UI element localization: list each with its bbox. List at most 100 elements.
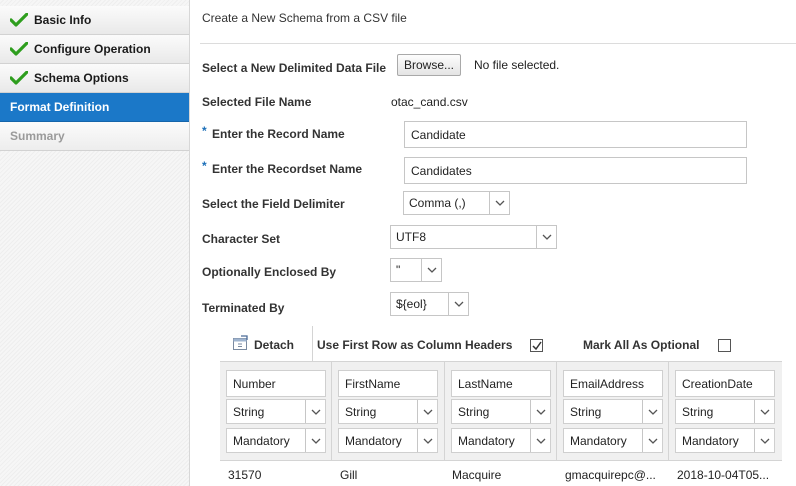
dropdown-button[interactable] bbox=[530, 429, 550, 452]
record-name-input[interactable]: Candidate bbox=[404, 121, 747, 148]
type-select[interactable]: String bbox=[563, 399, 663, 424]
detach-icon[interactable] bbox=[232, 335, 248, 351]
terminated-by-label: Terminated By bbox=[202, 301, 285, 315]
chevron-down-icon bbox=[427, 267, 436, 273]
train-stop-sidebar: Basic Info Configure Operation Schema Op… bbox=[0, 0, 190, 486]
table-cell: gmacquirepc@... bbox=[565, 468, 656, 482]
mode-value: Mandatory bbox=[570, 433, 627, 448]
step-summary: Summary bbox=[0, 122, 189, 151]
checkmark-icon bbox=[10, 13, 28, 27]
selected-file-value: otac_cand.csv bbox=[391, 95, 468, 109]
recordset-name-input[interactable]: Candidates bbox=[404, 157, 747, 184]
chevron-down-icon bbox=[648, 438, 657, 444]
field-delimiter-label: Select the Field Delimiter bbox=[202, 197, 345, 211]
checkmark-icon bbox=[10, 42, 28, 56]
checkmark-icon bbox=[532, 341, 542, 351]
mandatory-select[interactable]: Mandatory bbox=[451, 428, 551, 453]
mode-value: Mandatory bbox=[682, 433, 739, 448]
type-select[interactable]: String bbox=[451, 399, 551, 424]
dropdown-button[interactable] bbox=[754, 400, 774, 423]
type-select[interactable]: String bbox=[338, 399, 438, 424]
dropdown-button[interactable] bbox=[448, 293, 468, 315]
divider bbox=[200, 43, 796, 44]
step-label: Schema Options bbox=[34, 71, 129, 85]
chevron-down-icon bbox=[536, 438, 545, 444]
dropdown-button[interactable] bbox=[305, 400, 325, 423]
dropdown-button[interactable] bbox=[421, 259, 441, 281]
mandatory-select[interactable]: Mandatory bbox=[675, 428, 775, 453]
mark-optional-checkbox[interactable] bbox=[718, 339, 731, 352]
table-cell: Macquire bbox=[452, 468, 502, 482]
table-cell: 31570 bbox=[228, 468, 262, 482]
field-delimiter-value: Comma (,) bbox=[409, 196, 466, 210]
step-schema-options[interactable]: Schema Options bbox=[0, 64, 189, 93]
required-indicator: * bbox=[202, 124, 207, 138]
enclosed-by-label: Optionally Enclosed By bbox=[202, 265, 337, 279]
dropdown-button[interactable] bbox=[489, 192, 509, 214]
selected-file-label: Selected File Name bbox=[202, 95, 312, 109]
dropdown-button[interactable] bbox=[536, 226, 556, 248]
column-header-input[interactable]: EmailAddress bbox=[563, 370, 663, 397]
chevron-down-icon bbox=[311, 409, 320, 415]
dropdown-button[interactable] bbox=[642, 429, 662, 452]
character-set-value: UTF8 bbox=[396, 230, 426, 244]
table-cell: 2018-10-04T05... bbox=[677, 468, 770, 482]
record-name-label-text: Enter the Record Name bbox=[212, 127, 345, 141]
browse-button[interactable]: Browse... bbox=[397, 54, 461, 76]
chevron-down-icon bbox=[542, 234, 551, 240]
dropdown-button[interactable] bbox=[530, 400, 550, 423]
dropdown-button[interactable] bbox=[417, 400, 437, 423]
first-row-headers-label: Use First Row as Column Headers bbox=[317, 338, 513, 352]
mode-value: Mandatory bbox=[458, 433, 515, 448]
mandatory-select[interactable]: Mandatory bbox=[226, 428, 326, 453]
type-value: String bbox=[570, 404, 602, 419]
column-header-input[interactable]: LastName bbox=[451, 370, 551, 397]
type-select[interactable]: String bbox=[226, 399, 326, 424]
step-configure-operation[interactable]: Configure Operation bbox=[0, 35, 189, 64]
table-toolbar: Detach Use First Row as Column Headers M… bbox=[220, 326, 782, 362]
column-header-input[interactable]: FirstName bbox=[338, 370, 438, 397]
step-label: Configure Operation bbox=[34, 42, 151, 56]
dropdown-button[interactable] bbox=[754, 429, 774, 452]
recordset-name-label: * Enter the Recordset Name bbox=[202, 159, 363, 176]
mandatory-select[interactable]: Mandatory bbox=[338, 428, 438, 453]
detach-button[interactable]: Detach bbox=[254, 338, 294, 352]
step-label: Format Definition bbox=[10, 100, 110, 114]
dropdown-button[interactable] bbox=[305, 429, 325, 452]
step-label: Basic Info bbox=[34, 13, 92, 27]
mandatory-select[interactable]: Mandatory bbox=[563, 428, 663, 453]
column-header-input[interactable]: Number bbox=[226, 370, 326, 397]
file-status: No file selected. bbox=[474, 58, 560, 72]
type-value: String bbox=[345, 404, 377, 419]
first-row-headers-checkbox[interactable] bbox=[530, 339, 543, 352]
recordset-name-label-text: Enter the Recordset Name bbox=[212, 162, 363, 176]
mode-value: Mandatory bbox=[233, 433, 290, 448]
mark-optional-label: Mark All As Optional bbox=[583, 338, 700, 352]
chevron-down-icon bbox=[495, 200, 504, 206]
required-indicator: * bbox=[202, 159, 207, 173]
step-label: Summary bbox=[10, 129, 65, 143]
page-title: Create a New Schema from a CSV file bbox=[202, 11, 407, 25]
checkmark-icon bbox=[10, 71, 28, 85]
chevron-down-icon bbox=[423, 438, 432, 444]
record-name-label: * Enter the Record Name bbox=[202, 124, 345, 141]
enclosed-by-select[interactable]: " bbox=[390, 258, 442, 282]
chevron-down-icon bbox=[648, 409, 657, 415]
chevron-down-icon bbox=[536, 409, 545, 415]
character-set-label: Character Set bbox=[202, 232, 281, 246]
type-select[interactable]: String bbox=[675, 399, 775, 424]
field-delimiter-select[interactable]: Comma (,) bbox=[403, 191, 510, 215]
chevron-down-icon bbox=[423, 409, 432, 415]
terminated-by-select[interactable]: ${eol} bbox=[390, 292, 469, 316]
format-definition-panel: Create a New Schema from a CSV file Sele… bbox=[190, 0, 796, 486]
dropdown-button[interactable] bbox=[417, 429, 437, 452]
toolbar-separator bbox=[312, 326, 313, 362]
type-value: String bbox=[458, 404, 490, 419]
chevron-down-icon bbox=[454, 301, 463, 307]
step-format-definition[interactable]: Format Definition bbox=[0, 93, 189, 122]
step-basic-info[interactable]: Basic Info bbox=[0, 6, 189, 35]
column-header-input[interactable]: CreationDate bbox=[675, 370, 775, 397]
dropdown-button[interactable] bbox=[642, 400, 662, 423]
type-value: String bbox=[682, 404, 714, 419]
character-set-select[interactable]: UTF8 bbox=[390, 225, 557, 249]
